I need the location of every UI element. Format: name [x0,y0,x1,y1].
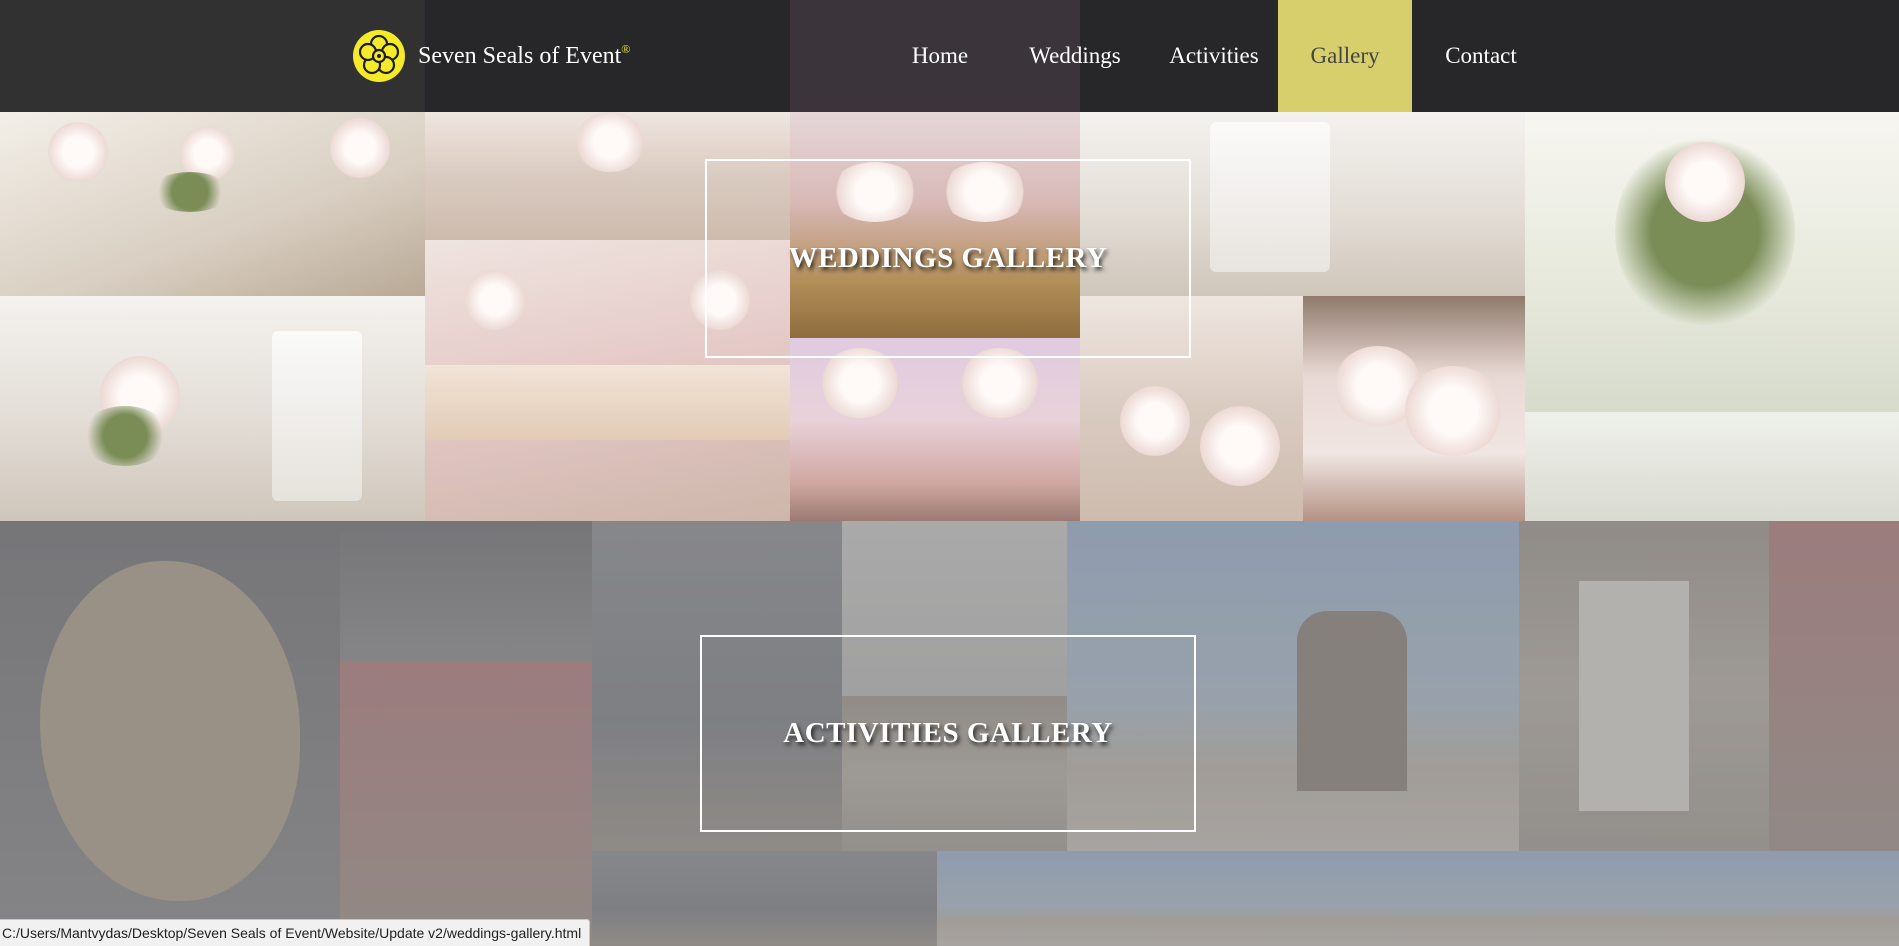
activities-gallery-link[interactable]: ACTIVITIES GALLERY [700,635,1196,832]
brand-name: Seven Seals of Event® [418,42,631,69]
wedding-photo [1525,112,1899,521]
main-nav: Home Weddings Activities Gallery Contact [880,0,1550,112]
nav-weddings[interactable]: Weddings [1000,0,1150,112]
brand-logo-link[interactable]: Seven Seals of Event® [352,29,630,83]
wedding-photo [790,338,1080,521]
nav-home[interactable]: Home [880,0,1000,112]
browser-status-bar: C:/Users/Mantvydas/Desktop/Seven Seals o… [0,919,591,946]
wedding-cake-photo [212,296,425,521]
nav-gallery[interactable]: Gallery [1278,0,1412,112]
nav-activities[interactable]: Activities [1150,0,1278,112]
wedding-photo [1303,296,1525,521]
registered-mark: ® [621,42,631,56]
wedding-photo [0,112,425,296]
weddings-gallery-section[interactable]: WEDDINGS GALLERY [0,112,1899,521]
activities-gallery-section[interactable]: ACTIVITIES GALLERY [0,521,1899,946]
site-header: Seven Seals of Event® Home Weddings Acti… [0,0,1899,112]
nav-contact[interactable]: Contact [1412,0,1550,112]
weddings-gallery-link[interactable]: WEDDINGS GALLERY [705,159,1191,358]
activities-gallery-title: ACTIVITIES GALLERY [783,717,1113,749]
weddings-gallery-title: WEDDINGS GALLERY [788,242,1108,274]
wedding-photo [0,296,212,521]
seal-flower-icon [353,30,405,82]
